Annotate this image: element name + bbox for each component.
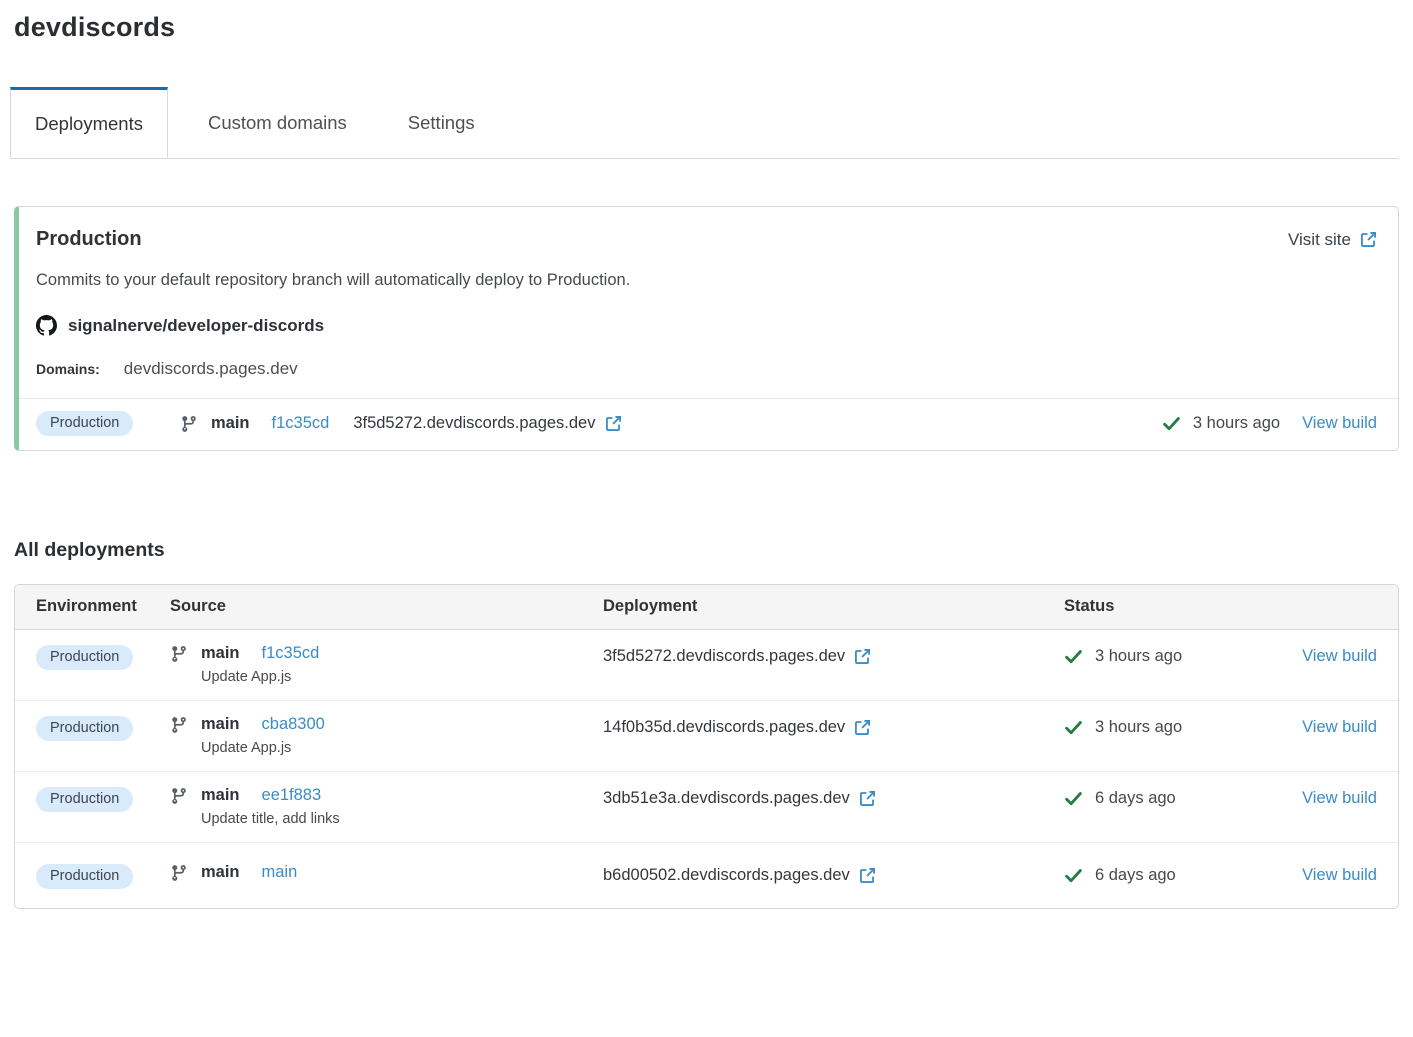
branch-name: main [201,644,240,663]
check-icon [1064,647,1083,666]
deployment-cell: 14f0b35d.devdiscords.pages.dev [603,715,1064,737]
environment-badge: Production [36,716,133,741]
table-row: Production main f1c35cd Update App.js 3f… [15,630,1398,700]
commit-message: Update App.js [201,740,603,756]
deployment-url: 3f5d5272.devdiscords.pages.dev [603,647,845,666]
status-time: 6 days ago [1095,789,1176,808]
deployment-url: 3f5d5272.devdiscords.pages.dev [353,414,595,433]
environment-badge: Production [36,787,133,812]
deployments-table-body: Production main f1c35cd Update App.js 3f… [15,630,1398,908]
branch-name: main [201,715,240,734]
view-build-link[interactable]: View build [1302,414,1377,433]
view-build-cell: View build [1283,644,1377,666]
external-link-icon[interactable] [859,790,876,807]
github-icon [36,315,57,336]
status-time: 3 hours ago [1193,414,1280,433]
tab-settings[interactable]: Settings [387,87,496,158]
source-cell: main main [170,863,603,882]
deployment-url: 14f0b35d.devdiscords.pages.dev [603,718,845,737]
environment-cell: Production [36,644,170,670]
commit-link[interactable]: main [262,863,298,882]
visit-site-label: Visit site [1288,230,1351,250]
source-cell: main f1c35cd Update App.js [170,644,603,685]
deployment-url: b6d00502.devdiscords.pages.dev [603,866,850,885]
git-branch-icon [170,716,188,734]
external-link-icon[interactable] [854,648,871,665]
status-cell: 6 days ago [1064,786,1283,808]
view-build-cell: View build [1283,863,1377,885]
check-icon [1064,866,1083,885]
check-icon [1064,718,1083,737]
domains-label: Domains: [36,361,100,377]
deployment-url: 3db51e3a.devdiscords.pages.dev [603,789,850,808]
status-cell: 3 hours ago [1064,644,1283,666]
table-header: Environment Source Deployment Status [15,585,1398,630]
external-link-icon [1360,231,1377,248]
visit-site-link[interactable]: Visit site [1288,230,1377,250]
page: devdiscords Deployments Custom domains S… [0,0,1413,909]
tab-deployments[interactable]: Deployments [10,87,168,158]
environment-cell: Production [36,715,170,741]
view-build-cell: View build [1283,715,1377,737]
table-row: Production main cba8300 Update App.js 14… [15,700,1398,771]
external-link-icon[interactable] [854,719,871,736]
git-branch-icon [180,415,198,433]
view-build-link[interactable]: View build [1302,789,1377,807]
commit-link[interactable]: f1c35cd [262,644,320,663]
branch-name: main [201,786,240,805]
all-deployments-title: All deployments [14,539,1399,562]
commit-link[interactable]: f1c35cd [272,414,330,433]
git-branch-icon [170,787,188,805]
page-title: devdiscords [14,12,1399,43]
deployment-cell: b6d00502.devdiscords.pages.dev [603,863,1064,885]
view-build-cell: View build [1283,786,1377,808]
git-branch-icon [170,645,188,663]
domains-value: devdiscords.pages.dev [124,359,298,379]
commit-message: Update title, add links [201,811,603,827]
deployment-cell: 3db51e3a.devdiscords.pages.dev [603,786,1064,808]
commit-link[interactable]: cba8300 [262,715,325,734]
production-description: Commits to your default repository branc… [36,271,1377,290]
table-row: Production main main b6d00502.devdiscord… [15,842,1398,908]
production-card-title: Production [36,228,142,251]
tab-custom-domains[interactable]: Custom domains [187,87,368,158]
column-header-source: Source [170,597,603,616]
external-link-icon[interactable] [859,867,876,884]
environment-badge: Production [36,411,133,436]
check-icon [1064,789,1083,808]
status-cell: 3 hours ago [1064,715,1283,737]
check-icon [1162,414,1181,433]
status-cell: 6 days ago [1064,863,1283,885]
repository-name: signalnerve/developer-discords [68,316,324,336]
status-time: 3 hours ago [1095,647,1182,666]
commit-message: Update App.js [201,669,603,685]
column-header-environment: Environment [36,597,170,616]
view-build-link[interactable]: View build [1302,647,1377,665]
column-header-status: Status [1064,597,1283,616]
source-cell: main cba8300 Update App.js [170,715,603,756]
production-card: Production Visit site Commits to your de… [14,206,1399,451]
production-deployment-row: Production main f1c35cd 3f5d5272.devdisc… [19,398,1398,450]
branch-name: main [211,414,250,433]
deployment-cell: 3f5d5272.devdiscords.pages.dev [603,644,1064,666]
environment-badge: Production [36,645,133,670]
view-build-link[interactable]: View build [1302,718,1377,736]
environment-cell: Production [36,786,170,812]
table-row: Production main ee1f883 Update title, ad… [15,771,1398,842]
tab-bar: Deployments Custom domains Settings [10,87,1399,159]
commit-link[interactable]: ee1f883 [262,786,322,805]
source-cell: main ee1f883 Update title, add links [170,786,603,827]
status-time: 3 hours ago [1095,718,1182,737]
branch-name: main [201,863,240,882]
external-link-icon[interactable] [605,415,622,432]
deployments-table: Environment Source Deployment Status Pro… [14,584,1399,909]
git-branch-icon [170,864,188,882]
environment-badge: Production [36,864,133,889]
environment-cell: Production [36,863,170,889]
view-build-link[interactable]: View build [1302,866,1377,884]
status-time: 6 days ago [1095,866,1176,885]
column-header-deployment: Deployment [603,597,1064,616]
